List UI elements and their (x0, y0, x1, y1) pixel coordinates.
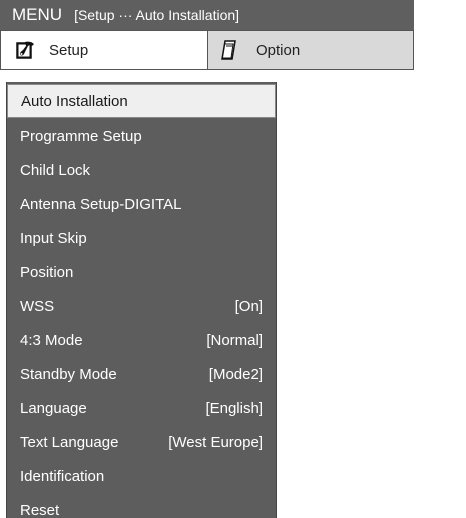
menu-item-text-language[interactable]: Text Language [West Europe] (7, 425, 276, 459)
menu-item-child-lock[interactable]: Child Lock (7, 153, 276, 187)
menu-item-value: [On] (234, 297, 263, 315)
setup-menu-list: Auto Installation Programme Setup Child … (6, 82, 277, 518)
tab-option[interactable]: Option (208, 30, 414, 70)
menu-item-label: 4:3 Mode (20, 331, 83, 349)
tab-setup-label: Setup (49, 41, 89, 59)
menu-item-4-3-mode[interactable]: 4:3 Mode [Normal] (7, 323, 276, 357)
menu-item-value: [English] (205, 399, 263, 417)
menu-item-label: Child Lock (20, 161, 91, 179)
menu-item-identification[interactable]: Identification (7, 459, 276, 493)
menu-item-wss[interactable]: WSS [On] (7, 289, 276, 323)
menu-item-label: Antenna Setup-DIGITAL (20, 195, 182, 213)
tab-bar: Setup Option (0, 30, 414, 70)
tab-option-label: Option (256, 41, 301, 59)
menu-item-label: Language (20, 399, 87, 417)
menu-item-auto-installation[interactable]: Auto Installation (7, 84, 276, 118)
wrench-icon (15, 40, 37, 60)
menu-item-label: Auto Installation (21, 92, 128, 110)
breadcrumb: [Setup ··· Auto Installation] (74, 7, 240, 23)
menu-item-label: Reset (20, 501, 60, 518)
menu-item-value: [Mode2] (208, 365, 263, 383)
menu-item-label: Identification (20, 467, 105, 485)
menu-item-label: Standby Mode (20, 365, 117, 383)
menu-item-input-skip[interactable]: Input Skip (7, 221, 276, 255)
menu-item-language[interactable]: Language [English] (7, 391, 276, 425)
menu-item-label: WSS (20, 297, 55, 315)
menu-item-position[interactable]: Position (7, 255, 276, 289)
menu-item-label: Text Language (20, 433, 119, 451)
menu-title: MENU (12, 5, 63, 24)
menu-item-standby-mode[interactable]: Standby Mode [Mode2] (7, 357, 276, 391)
tab-setup[interactable]: Setup (0, 30, 208, 70)
menu-item-programme-setup[interactable]: Programme Setup (7, 119, 276, 153)
menu-item-antenna-setup-digital[interactable]: Antenna Setup-DIGITAL (7, 187, 276, 221)
menu-item-value: [West Europe] (168, 433, 263, 451)
card-icon (220, 40, 242, 60)
title-bar: MENU [Setup ··· Auto Installation] (0, 0, 414, 30)
menu-item-reset[interactable]: Reset (7, 493, 276, 518)
menu-item-label: Programme Setup (20, 127, 142, 145)
tv-menu-screen: MENU [Setup ··· Auto Installation] Setup (0, 0, 466, 518)
menu-item-label: Input Skip (20, 229, 87, 247)
menu-item-value: [Normal] (206, 331, 263, 349)
menu-item-label: Position (20, 263, 74, 281)
